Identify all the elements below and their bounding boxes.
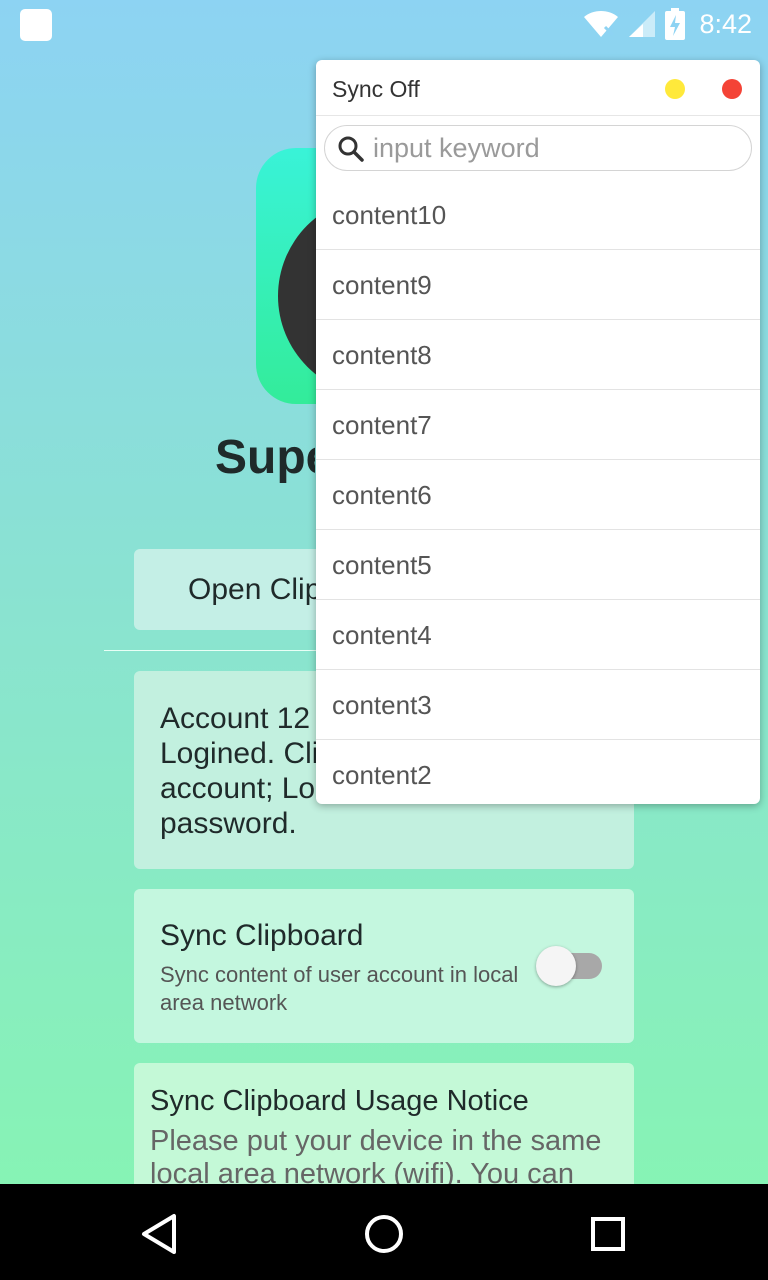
close-button[interactable]	[722, 79, 742, 99]
battery-charging-icon	[665, 8, 686, 40]
search-icon	[338, 136, 364, 162]
list-item-label: content2	[332, 760, 432, 790]
list-item[interactable]: content2	[316, 740, 760, 804]
list-item[interactable]: content5	[316, 530, 760, 600]
popup-header: Sync Off	[316, 60, 760, 116]
navigation-bar	[0, 1184, 768, 1280]
list-item[interactable]: content4	[316, 600, 760, 670]
sync-clipboard-card: Sync Clipboard Sync content of user acco…	[134, 889, 634, 1043]
list-item-label: content10	[332, 200, 447, 230]
minimize-button[interactable]	[665, 79, 685, 99]
home-icon[interactable]	[362, 1212, 406, 1256]
list-item-label: content5	[332, 550, 432, 580]
status-time: 8:42	[699, 8, 752, 39]
wifi-icon	[584, 11, 619, 37]
list-item[interactable]: content8	[316, 320, 760, 390]
usage-notice-card: Sync Clipboard Usage Notice Please put y…	[134, 1063, 634, 1203]
list-item[interactable]: content10	[316, 180, 760, 250]
sync-clipboard-description: Sync content of user account in local ar…	[160, 962, 519, 1015]
recents-icon[interactable]	[586, 1212, 630, 1256]
search-box[interactable]	[324, 125, 752, 171]
sync-toggle[interactable]	[536, 946, 602, 986]
list-item[interactable]: content9	[316, 250, 760, 320]
clip-list: content10 content9 content8 content7 con…	[316, 180, 760, 804]
list-item[interactable]: content7	[316, 390, 760, 460]
status-bar: 8:42	[0, 0, 768, 48]
account-line: password.	[160, 807, 297, 840]
list-item[interactable]: content3	[316, 670, 760, 740]
status-icons: 8:42	[583, 6, 752, 42]
list-item-label: content4	[332, 620, 432, 650]
list-item-label: content3	[332, 690, 432, 720]
search-input[interactable]	[373, 130, 733, 166]
sync-status-title: Sync Off	[332, 76, 420, 102]
list-item-label: content7	[332, 410, 432, 440]
app-title: Supe	[215, 431, 315, 484]
open-clipboard-label: Open Clip	[188, 573, 322, 606]
sync-toggle-thumb[interactable]	[536, 946, 576, 986]
back-icon[interactable]	[138, 1212, 182, 1256]
list-item-label: content8	[332, 340, 432, 370]
usage-notice-title: Sync Clipboard Usage Notice	[150, 1085, 529, 1117]
clipboard-popup: Sync Off content10 content9 content8 con…	[316, 60, 760, 804]
list-item-label: content6	[332, 480, 432, 510]
list-item[interactable]: content6	[316, 460, 760, 530]
notification-square-icon	[20, 9, 52, 41]
signal-icon	[629, 11, 656, 37]
sync-clipboard-title: Sync Clipboard	[160, 919, 364, 952]
usage-notice-body: Please put your device in the same local…	[150, 1125, 602, 1190]
list-item-label: content9	[332, 270, 432, 300]
